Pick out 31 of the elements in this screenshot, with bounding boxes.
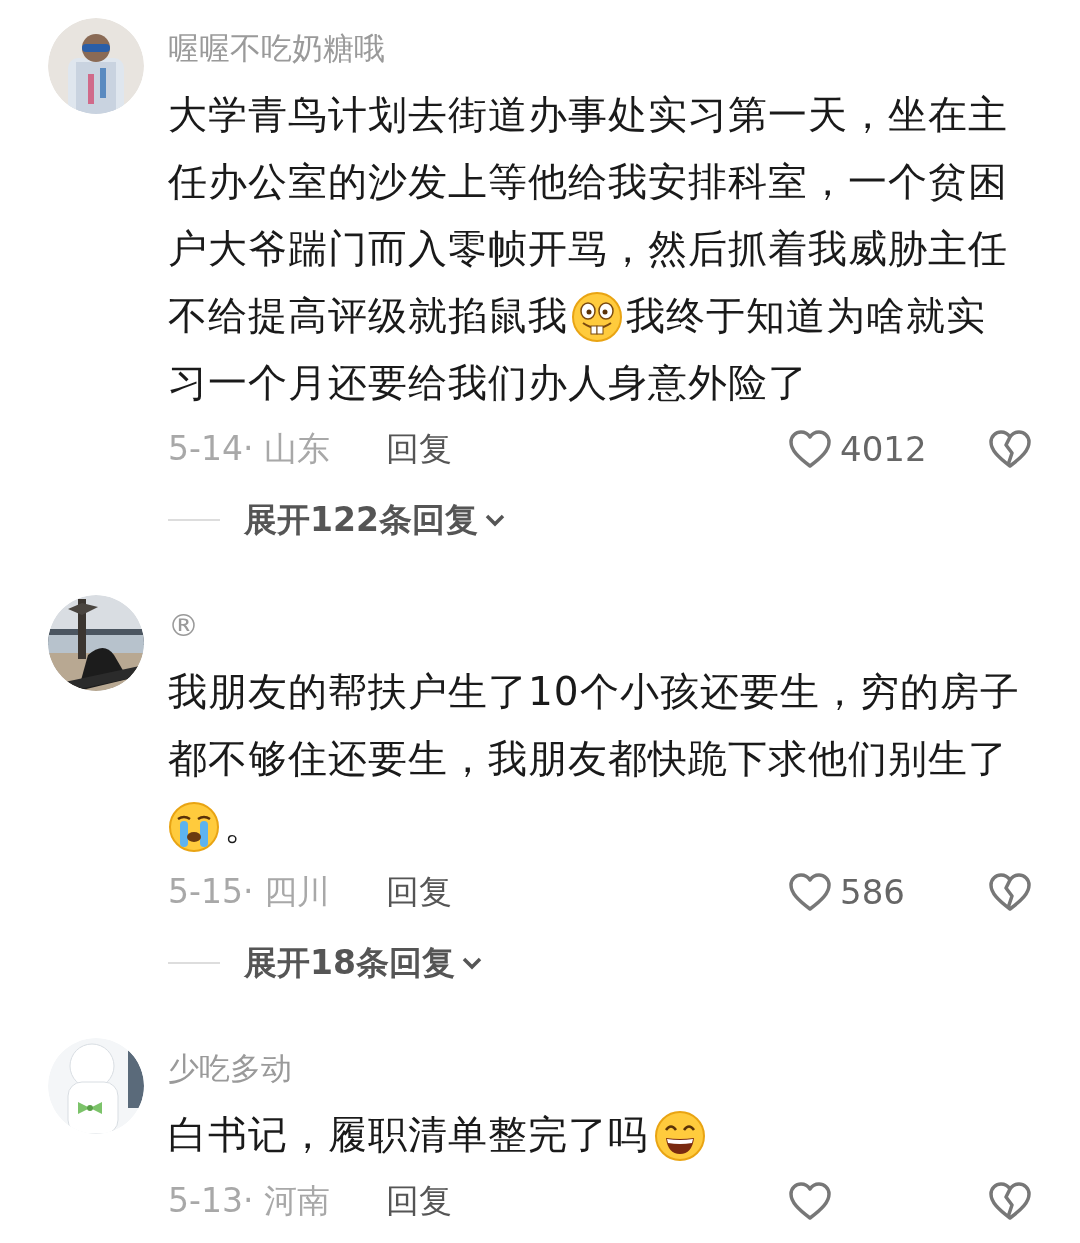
broken-heart-icon[interactable] bbox=[988, 872, 1032, 912]
comment-text: 。 bbox=[224, 802, 264, 851]
reply-button[interactable]: 回复 bbox=[386, 1176, 452, 1226]
heart-icon[interactable] bbox=[788, 1181, 832, 1221]
crying-emoji-icon bbox=[168, 800, 220, 853]
like-count: 586 bbox=[840, 870, 905, 914]
comment-text: 我终于知道为啥就实 bbox=[626, 292, 986, 341]
comment-date-location: 5-13· 河南 bbox=[168, 1180, 331, 1223]
reply-button[interactable]: 回复 bbox=[386, 424, 452, 474]
heart-icon[interactable] bbox=[788, 429, 832, 469]
comment-text: 不给提高评级就掐鼠我 bbox=[168, 292, 568, 341]
chevron-down-icon bbox=[483, 513, 506, 527]
comment-text: 白书记，履职清单整完了吗 bbox=[168, 1111, 648, 1160]
heart-icon[interactable] bbox=[788, 872, 832, 912]
expand-replies-button[interactable]: 展开18条回复 bbox=[244, 938, 483, 988]
buck-teeth-emoji-icon bbox=[570, 290, 624, 343]
like-count: 4012 bbox=[840, 427, 927, 471]
expand-replies-button[interactable]: 展开122条回复 bbox=[244, 495, 506, 545]
comment-text: 我朋友的帮扶户生了10个小孩还要生，穷的房子 bbox=[168, 668, 1020, 717]
broken-heart-icon[interactable] bbox=[988, 1181, 1032, 1221]
chevron-down-icon bbox=[460, 956, 483, 970]
comment-text: 任办公室的沙发上等他给我安排科室，一个贫困 bbox=[168, 158, 1008, 207]
comment-date-location: 5-14· 山东 bbox=[168, 428, 331, 471]
reply-button[interactable]: 回复 bbox=[386, 867, 452, 917]
comment-text: 都不够住还要生，我朋友都快跪下求他们别生了 bbox=[168, 735, 1008, 784]
comment-text: 大学青鸟计划去街道办事处实习第一天，坐在主 bbox=[168, 91, 1008, 140]
broken-heart-icon[interactable] bbox=[988, 429, 1032, 469]
comment-text: 户大爷踹门而入零帧开骂，然后抓着我威胁主任 bbox=[168, 225, 1008, 274]
comment-date-location: 5-15· 四川 bbox=[168, 871, 331, 914]
grinning-emoji-icon bbox=[652, 1109, 708, 1162]
comment-text: 习一个月还要给我们办人身意外险了 bbox=[168, 359, 808, 408]
